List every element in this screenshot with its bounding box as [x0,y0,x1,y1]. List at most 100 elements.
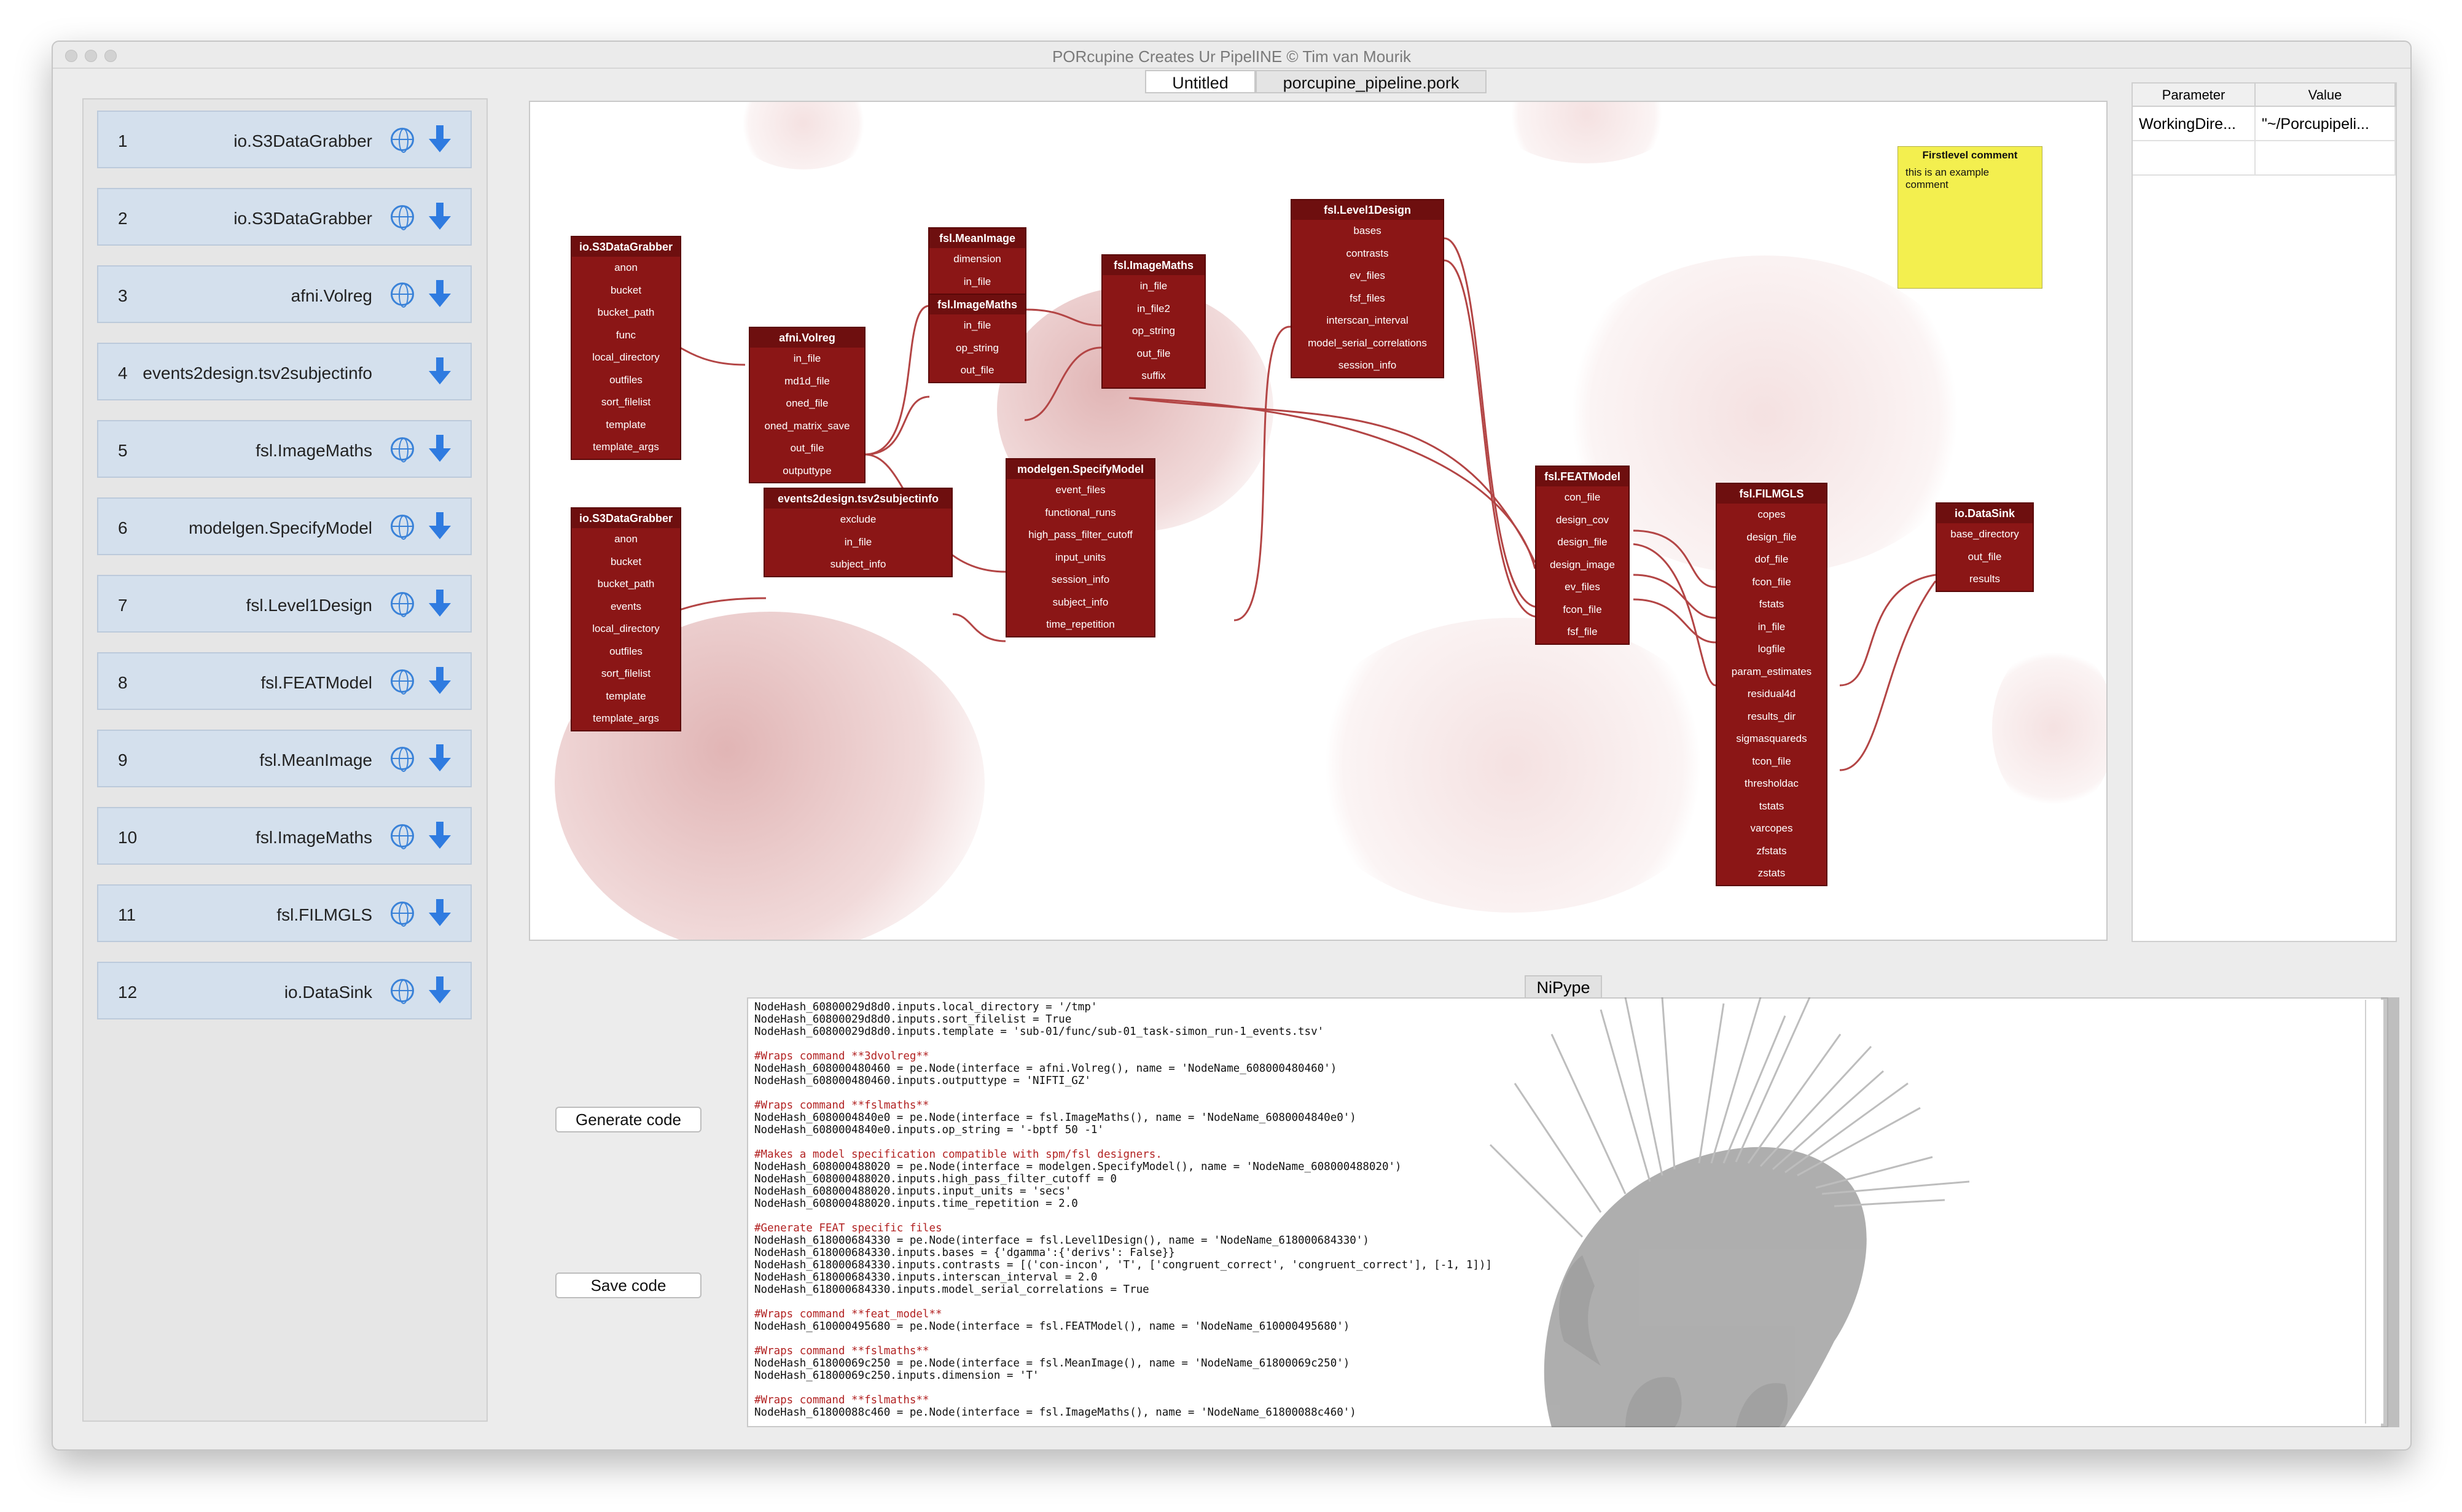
graph-node-feat[interactable]: fsl.FEATModel con_file design_cov design_fi… [1535,466,1630,645]
node-port[interactable]: results_dir [1717,706,1826,728]
node-port[interactable]: bases [1292,220,1443,243]
node-port[interactable]: fsf_file [1536,621,1628,644]
download-icon[interactable] [428,667,452,695]
globe-icon[interactable] [391,283,414,308]
code-scrollbar[interactable] [2365,1000,2383,1424]
graph-node-l1d[interactable]: fsl.Level1Design bases contrasts ev_files fs… [1291,199,1444,378]
graph-node-film[interactable]: fsl.FILMGLS copes design_file dof_file fcon_… [1716,483,1827,886]
node-port[interactable]: out_file [929,359,1025,382]
node-port[interactable]: suffix [1103,365,1205,388]
node-port[interactable]: bucket_path [572,302,680,324]
globe-icon[interactable] [391,902,414,927]
graph-node-s3a[interactable]: io.S3DataGrabber anon bucket bucket_path fun… [571,236,681,460]
node-port[interactable]: time_repetition [1007,614,1154,636]
globe-icon[interactable] [391,824,414,849]
download-icon[interactable] [428,203,452,231]
node-port[interactable]: outfiles [572,369,680,392]
node-port[interactable]: varcopes [1717,817,1826,840]
node-port[interactable]: fstats [1717,593,1826,616]
node-list-item[interactable]: 6 modelgen.SpecifyModel [97,497,472,555]
node-port[interactable]: tcon_file [1717,750,1826,773]
node-port[interactable]: subject_info [765,553,952,576]
node-port[interactable]: con_file [1536,486,1628,509]
node-port[interactable]: in_file2 [1103,298,1205,321]
node-port[interactable]: bucket [572,279,680,302]
node-port[interactable]: out_file [1103,343,1205,365]
node-port[interactable]: fcon_file [1536,599,1628,622]
node-port[interactable]: zstats [1717,862,1826,885]
code-editor[interactable]: NodeHash_60800029d8d0.inputs.local_direc… [747,997,2388,1427]
download-icon[interactable] [428,357,452,386]
globe-icon[interactable] [391,515,414,540]
node-port[interactable]: copes [1717,504,1826,526]
node-list-item[interactable]: 3 afni.Volreg [97,265,472,323]
globe-icon[interactable] [391,205,414,230]
node-port[interactable]: bucket [572,551,680,574]
node-port[interactable]: thresholdac [1717,773,1826,795]
node-list-item[interactable]: 10 fsl.ImageMaths [97,807,472,865]
node-port[interactable]: fsf_files [1292,287,1443,310]
save-code-button[interactable]: Save code [555,1272,701,1298]
node-port[interactable]: events [572,596,680,618]
node-list-item[interactable]: 2 io.S3DataGrabber [97,188,472,246]
node-port[interactable]: md1d_file [750,370,864,393]
node-port[interactable]: input_units [1007,547,1154,569]
node-list-item[interactable]: 12 io.DataSink [97,962,472,1019]
node-port[interactable]: in_file [1103,275,1205,298]
tab-untitled[interactable]: Untitled [1145,70,1256,93]
node-port[interactable]: template [572,414,680,437]
value-cell-empty[interactable] [2256,141,2396,176]
node-port[interactable]: template [572,685,680,708]
node-port[interactable]: session_info [1292,354,1443,377]
graph-node-volreg[interactable]: afni.Volreg in_file md1d_file oned_file oned… [749,327,866,483]
node-port[interactable]: func [572,324,680,347]
node-port[interactable]: out_file [1937,546,2033,569]
graph-node-im2[interactable]: fsl.ImageMaths in_file in_file2 op_string ou… [1101,254,1206,389]
node-port[interactable]: design_image [1536,554,1628,577]
node-port[interactable]: outputtype [750,460,864,483]
node-port[interactable]: fcon_file [1717,571,1826,594]
download-icon[interactable] [428,744,452,773]
graph-node-sink[interactable]: io.DataSink base_directory out_file results [1936,502,2034,592]
download-icon[interactable] [428,590,452,618]
node-port[interactable]: residual4d [1717,683,1826,706]
node-port[interactable]: bucket_path [572,573,680,596]
node-port[interactable]: event_files [1007,479,1154,502]
node-port[interactable]: anon [572,528,680,551]
generate-code-button[interactable]: Generate code [555,1107,701,1132]
download-icon[interactable] [428,125,452,154]
node-list-item[interactable]: 8 fsl.FEATModel [97,652,472,710]
globe-icon[interactable] [391,128,414,153]
node-port[interactable]: ev_files [1536,576,1628,599]
node-port[interactable]: results [1937,568,2033,591]
node-list-item[interactable]: 5 fsl.ImageMaths [97,420,472,478]
node-port[interactable]: in_file [929,271,1025,294]
globe-icon[interactable] [391,669,414,695]
globe-icon[interactable] [391,592,414,617]
download-icon[interactable] [428,435,452,463]
node-port[interactable]: in_file [765,531,952,554]
node-port[interactable]: base_directory [1937,523,2033,546]
download-icon[interactable] [428,512,452,540]
node-port[interactable]: sort_filelist [572,663,680,685]
download-icon[interactable] [428,280,452,308]
param-cell[interactable]: WorkingDire... [2133,107,2256,141]
graph-node-ev2d[interactable]: events2design.tsv2subjectinfo exclude in_f… [764,488,953,577]
node-port[interactable]: sigmasquareds [1717,728,1826,750]
param-cell-empty[interactable] [2133,141,2256,176]
node-port[interactable]: op_string [1103,320,1205,343]
node-port[interactable]: dimension [929,248,1025,271]
globe-icon[interactable] [391,437,414,462]
globe-icon[interactable] [391,747,414,772]
download-icon[interactable] [428,822,452,850]
download-icon[interactable] [428,899,452,927]
node-list-item[interactable]: 7 fsl.Level1Design [97,575,472,633]
node-port[interactable]: session_info [1007,569,1154,591]
comment-note[interactable]: Firstlevel comment this is an example co… [1897,146,2042,289]
node-port[interactable]: in_file [1717,616,1826,639]
node-port[interactable]: param_estimates [1717,661,1826,684]
node-port[interactable]: ev_files [1292,265,1443,287]
pipeline-canvas[interactable]: io.S3DataGrabber anon bucket bucket_path fun… [529,101,2108,941]
node-port[interactable]: interscan_interval [1292,310,1443,332]
node-port[interactable]: template_args [572,436,680,459]
